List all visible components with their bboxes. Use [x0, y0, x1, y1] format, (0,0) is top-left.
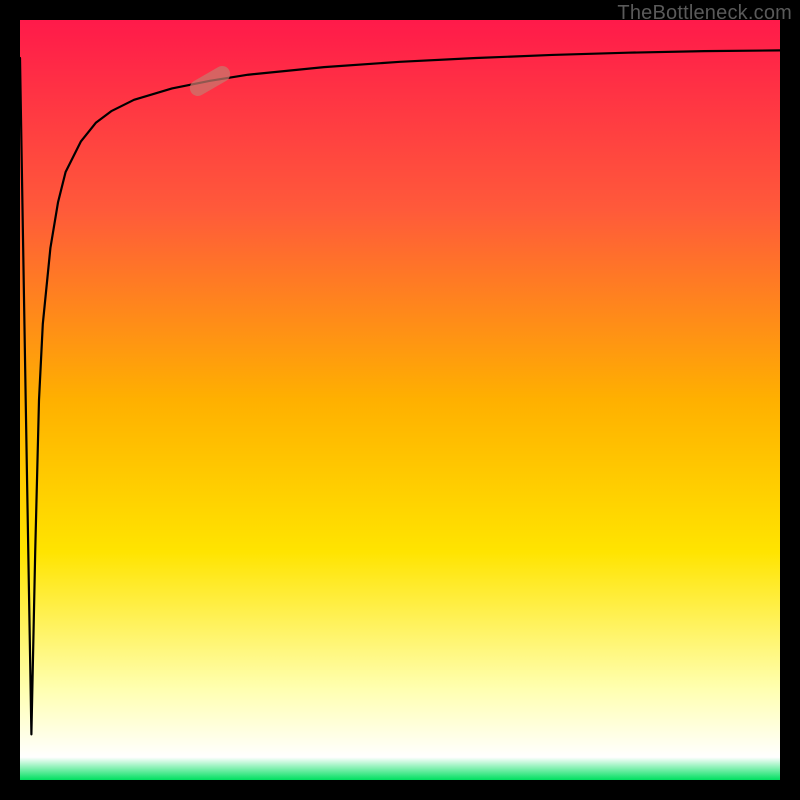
bottleneck-curve	[20, 20, 780, 780]
watermark-text: TheBottleneck.com	[617, 2, 792, 25]
plot-area	[20, 20, 780, 780]
chart-container: TheBottleneck.com	[0, 0, 800, 800]
